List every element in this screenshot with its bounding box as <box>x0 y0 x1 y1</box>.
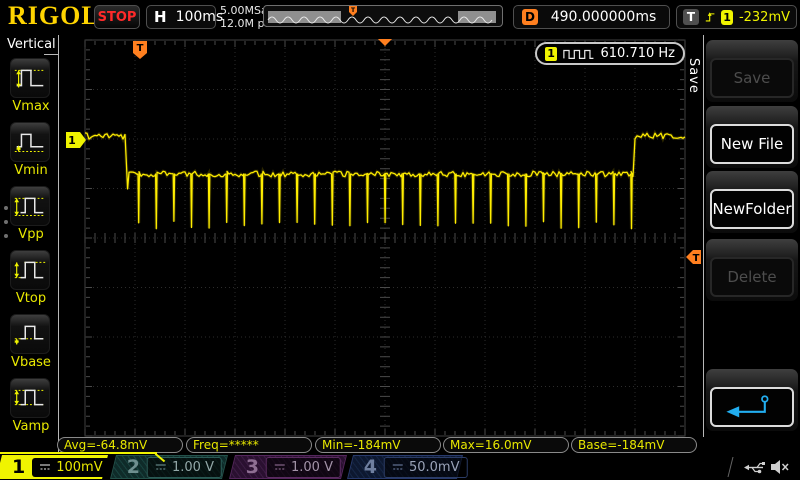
run-state-text: STOP <box>98 10 137 25</box>
square-wave-icon <box>563 48 594 60</box>
rising-edge-icon <box>705 9 715 25</box>
menu-slot-new-file: New File <box>706 106 798 168</box>
channel1-trace-glow <box>85 133 685 229</box>
measurement-min: Min=-184mV <box>315 437 441 453</box>
vmin-label: Vmin <box>0 163 62 178</box>
menu-slot-save: Save <box>706 40 798 102</box>
channel1-ground-marker[interactable]: 1 <box>66 132 86 148</box>
right-menu-tab-title: Save <box>686 58 701 94</box>
channel-2-scale: 1.00 V <box>172 460 214 475</box>
waveform-display: T 1 T <box>0 0 800 480</box>
channel-status-bar: 1 100mV 2 1.00 V 3 <box>0 455 800 480</box>
vmin-icon <box>10 122 50 162</box>
center-time-marker-icon <box>378 39 392 46</box>
channel-1-tab[interactable]: 1 100mV <box>0 455 108 479</box>
run-state-indicator: STOP <box>94 5 140 29</box>
channel-1-scale: 100mV <box>56 460 102 475</box>
timebase-value: 100ms <box>176 9 224 25</box>
graticule-border <box>85 40 685 436</box>
channel1-selection-line <box>0 452 157 454</box>
trigger-badge: T <box>683 9 699 25</box>
new-folder-button[interactable]: NewFolder <box>710 189 794 229</box>
delay-value: 490.000000ms <box>546 9 661 25</box>
oscilloscope-screen: { "top_bar": { "logo": "RIGOL", "run_sta… <box>0 0 800 480</box>
vmax-icon <box>10 58 50 98</box>
channel-4-scale: 50.0mV <box>409 460 460 475</box>
delay-badge: D <box>522 9 538 25</box>
measurement-freq: Freq=***** <box>186 437 312 453</box>
menu-slot-back <box>706 369 798 431</box>
measure-item-vtop[interactable]: Vtop <box>0 250 62 306</box>
dc-coupling-icon <box>155 462 167 472</box>
horizontal-timebase-box: H 100ms <box>146 5 216 29</box>
dc-coupling-icon <box>274 462 286 472</box>
vbase-label: Vbase <box>0 355 62 370</box>
channel-1-number: 1 <box>12 455 25 479</box>
measurement-max: Max=16.0mV <box>443 437 569 453</box>
trigger-level-value: -232mV <box>739 10 790 25</box>
channel1-trace <box>85 133 685 229</box>
trigger-position-label: T <box>137 43 144 54</box>
channel-3-scale: 1.00 V <box>291 460 333 475</box>
measurement-base: Base=-184mV <box>571 437 697 453</box>
measure-item-vamp[interactable]: Vamp <box>0 378 62 434</box>
vbase-icon <box>10 314 50 354</box>
trigger-source-badge: 1 <box>721 10 733 25</box>
channel-2-tab[interactable]: 2 1.00 V <box>110 455 228 479</box>
usb-icon <box>744 460 766 475</box>
vpp-label: Vpp <box>0 227 62 242</box>
channel-4-tab[interactable]: 4 50.0mV <box>347 455 463 479</box>
left-menu-title-underline <box>44 54 59 55</box>
trigger-position-marker[interactable]: T <box>133 41 147 59</box>
vamp-label: Vamp <box>0 419 62 434</box>
channel1-marker-label: 1 <box>68 134 76 147</box>
channel-4-number: 4 <box>364 455 377 479</box>
vmax-label: Vmax <box>0 99 62 114</box>
back-button[interactable] <box>710 387 794 427</box>
trigger-delay-box: D 490.000000ms <box>513 5 670 29</box>
measure-item-vpp[interactable]: Vpp <box>0 186 62 242</box>
channel-3-tab[interactable]: 3 1.00 V <box>229 455 347 479</box>
channel-2-number: 2 <box>127 455 140 479</box>
vtop-label: Vtop <box>0 291 62 306</box>
vpp-icon <box>10 186 50 226</box>
frequency-counter: 1 610.710 Hz <box>535 42 685 65</box>
vtop-icon <box>10 250 50 290</box>
horizontal-label: H <box>154 8 167 26</box>
save-button[interactable]: Save <box>710 58 794 98</box>
left-menu-title: Vertical <box>7 37 56 52</box>
menu-slot-delete: Delete <box>706 239 798 301</box>
frequency-counter-channel-badge: 1 <box>545 47 557 61</box>
measure-item-vbase[interactable]: Vbase <box>0 314 62 370</box>
right-menu-separator <box>703 35 704 437</box>
status-bar-divider <box>728 457 746 477</box>
new-file-button[interactable]: New File <box>710 124 794 164</box>
menu-slot-new-folder: NewFolder <box>706 171 798 233</box>
speaker-muted-icon <box>770 459 790 475</box>
delete-button[interactable]: Delete <box>710 257 794 297</box>
trigger-level-marker[interactable]: T <box>686 250 701 264</box>
trigger-info-box: T 1 -232mV <box>676 5 797 29</box>
dc-coupling-icon <box>39 462 51 472</box>
measurement-avg: Avg=-64.8mV <box>57 437 183 453</box>
rigol-logo: RIGOL <box>8 1 100 31</box>
vamp-icon <box>10 378 50 418</box>
frequency-counter-value: 610.710 Hz <box>601 46 676 61</box>
measure-item-vmin[interactable]: Vmin <box>0 122 62 178</box>
channel-3-number: 3 <box>246 455 259 479</box>
trigger-level-label: T <box>693 253 700 264</box>
return-arrow-icon <box>716 391 788 423</box>
dc-coupling-icon <box>392 462 404 472</box>
memory-position-graphic: T <box>264 6 502 26</box>
memory-position-indicator: T <box>263 5 503 27</box>
measure-item-vmax[interactable]: Vmax <box>0 58 62 114</box>
